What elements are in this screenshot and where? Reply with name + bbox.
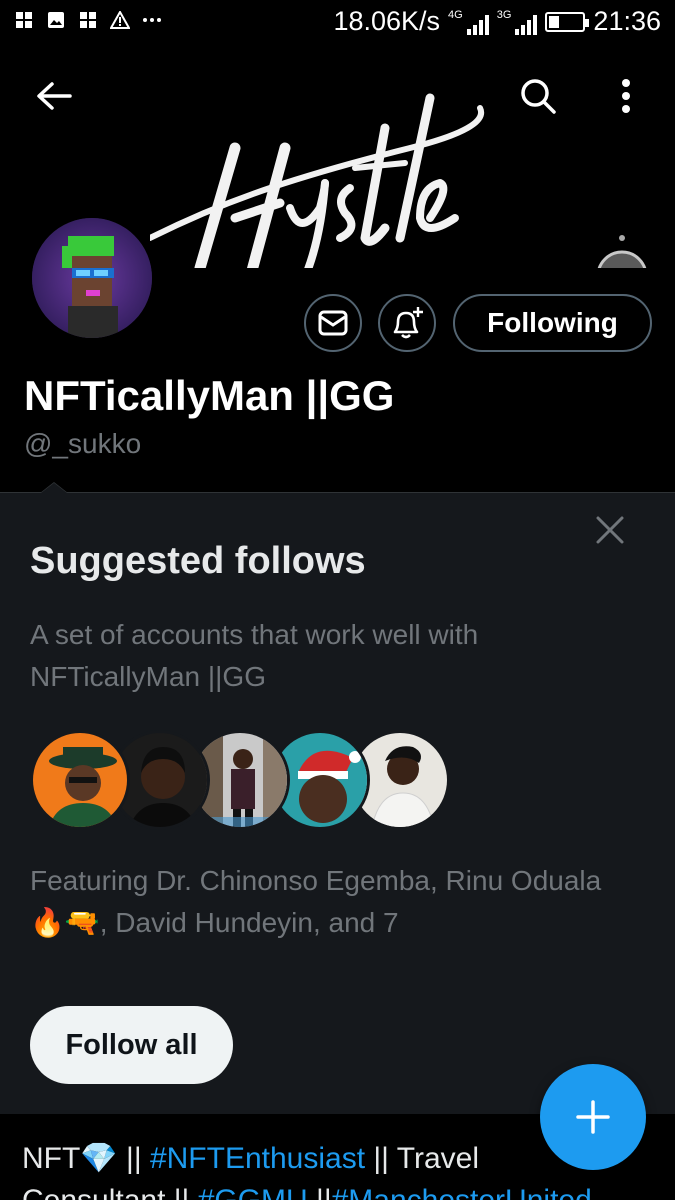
network-speed: 18.06K/s xyxy=(333,6,441,36)
app-grid-icon xyxy=(78,10,98,30)
hashtag-link[interactable]: #NFTEnthusiast xyxy=(150,1142,365,1175)
bell-plus-icon xyxy=(393,307,423,339)
app-grid-icon xyxy=(14,10,34,30)
hustle-wordmark-logo xyxy=(150,93,485,268)
follow-all-button[interactable]: Follow all xyxy=(30,1006,233,1084)
close-button[interactable] xyxy=(590,510,630,550)
featuring-text: Featuring Dr. Chinonso Egemba, Rinu Odua… xyxy=(30,860,630,944)
plus-icon xyxy=(576,1100,610,1134)
gem-emoji: 💎 xyxy=(80,1142,118,1175)
message-button[interactable] xyxy=(304,294,362,352)
system-indicators: 18.06K/s 4G 3G 21:36 xyxy=(333,6,661,37)
moon-image xyxy=(580,230,664,268)
status-bar: 18.06K/s 4G 3G 21:36 xyxy=(0,0,675,48)
more-notifications-icon xyxy=(142,10,162,30)
suggested-title: Suggested follows xyxy=(30,540,366,582)
mail-icon xyxy=(318,310,348,336)
suggested-description: A set of accounts that work well with NF… xyxy=(30,619,479,692)
battery-icon xyxy=(545,11,590,32)
more-vertical-icon xyxy=(622,79,630,113)
warning-icon xyxy=(110,10,130,30)
suggested-avatars xyxy=(30,730,450,830)
signal-icon: 3G xyxy=(497,9,538,35)
user-handle: @_sukko xyxy=(24,428,142,459)
hashtag-link[interactable]: #ManchesterUnited xyxy=(332,1184,592,1200)
following-button[interactable]: Following xyxy=(453,294,652,352)
compose-tweet-button[interactable] xyxy=(540,1064,646,1170)
sim1-label: 4G xyxy=(448,8,463,21)
featuring-suffix: , David Hundeyin, and 7 xyxy=(99,907,399,938)
back-arrow-icon xyxy=(37,82,72,110)
clock: 21:36 xyxy=(593,6,661,36)
card-pointer xyxy=(40,482,68,493)
more-options-button[interactable] xyxy=(598,68,654,124)
suggested-avatar[interactable] xyxy=(30,730,130,830)
close-icon xyxy=(596,516,624,544)
hashtag-link[interactable]: #GGMU xyxy=(198,1184,308,1200)
back-button[interactable] xyxy=(26,68,82,124)
search-button[interactable] xyxy=(510,68,566,124)
sim2-label: 3G xyxy=(496,8,512,21)
notification-icons xyxy=(14,10,162,30)
profile-actions: Following xyxy=(0,294,675,354)
bio-line-2: Consultant || #GGMU ||#ManchesterUnited xyxy=(22,1180,662,1200)
featuring-prefix: Featuring Dr. Chinonso Egemba, Rinu Odua… xyxy=(30,865,602,896)
featuring-emoji: 🔥🔫 xyxy=(30,907,100,938)
notifications-button[interactable] xyxy=(378,294,436,352)
search-icon xyxy=(521,79,556,114)
signal-icon: 4G xyxy=(448,9,489,35)
image-icon xyxy=(46,10,66,30)
display-name: NFTicallyMan ||GG xyxy=(24,372,395,419)
